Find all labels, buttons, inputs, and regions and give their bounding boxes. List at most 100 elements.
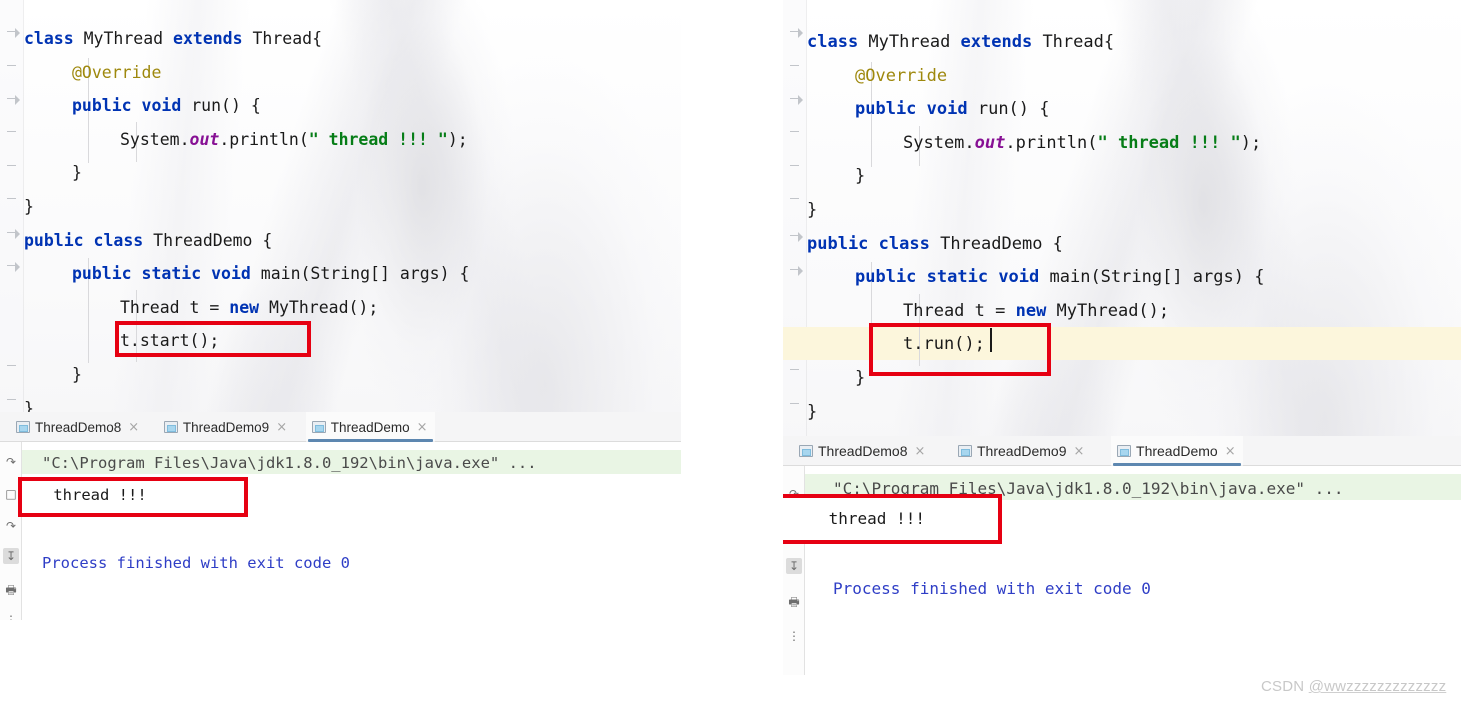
left-console-toolbar[interactable]: ↷ □ ↷ ↧ 🖶 ⋮ — [0, 442, 22, 620]
code-line: System.out.println(" thread !!! "); — [903, 127, 1261, 161]
code-line: class MyThread extends Thread{ — [24, 22, 322, 56]
fold-marker-icon[interactable] — [7, 128, 17, 138]
csdn-brand: CSDN — [1261, 678, 1305, 695]
fold-marker-icon[interactable] — [790, 28, 803, 38]
code-token: out — [974, 132, 1006, 153]
fold-marker-icon[interactable] — [7, 95, 20, 105]
fold-marker-icon[interactable] — [790, 162, 800, 172]
left-console-output[interactable]: "C:\Program Files\Java\jdk1.8.0_192\bin\… — [22, 442, 681, 620]
code-line: } — [855, 160, 865, 194]
stop-icon[interactable]: □ — [3, 486, 19, 502]
code-line: System.out.println(" thread !!! "); — [120, 123, 468, 157]
code-line: Thread t = new MyThread(); — [120, 291, 378, 325]
fold-marker-icon[interactable] — [790, 62, 800, 72]
fold-marker-icon[interactable] — [7, 62, 17, 72]
close-icon[interactable]: × — [1074, 445, 1085, 458]
close-icon[interactable]: × — [417, 421, 428, 434]
right-run-tab-bar[interactable]: ThreadDemo8 × ThreadDemo9 × ThreadDemo × — [783, 436, 1461, 466]
rerun-icon[interactable]: ↷ — [3, 454, 19, 470]
close-icon[interactable]: × — [276, 421, 287, 434]
code-token: new — [1015, 300, 1057, 321]
close-icon[interactable]: × — [915, 445, 926, 458]
code-token: System. — [903, 132, 975, 153]
fold-marker-icon[interactable] — [790, 232, 803, 242]
fold-marker-icon[interactable] — [790, 400, 800, 410]
right-run-tool-window: ThreadDemo8×ThreadDemo9×ThreadDemo× ↷ □ … — [783, 436, 1461, 675]
code-line: public class ThreadDemo { — [807, 228, 1063, 262]
code-token: Thread{ — [1042, 32, 1115, 52]
code-token: MyThread — [83, 29, 174, 48]
code-token: } — [807, 401, 818, 422]
run-tab-threaddemo9[interactable]: ThreadDemo9 × — [158, 412, 294, 442]
left-run-tab-bar[interactable]: ThreadDemo8 × ThreadDemo9 × ThreadDemo × — [0, 412, 681, 442]
code-token: public — [855, 267, 927, 288]
fold-marker-icon[interactable] — [7, 362, 17, 372]
fold-marker-icon[interactable] — [790, 266, 803, 276]
annotation-box-start-call — [115, 321, 311, 357]
code-line: } — [72, 156, 82, 190]
code-token: } — [855, 166, 866, 187]
code-token: Thread t = — [120, 297, 230, 317]
code-line: } — [24, 190, 34, 224]
run-tab-threaddemo8[interactable]: ThreadDemo8 × — [793, 436, 932, 466]
trace-icon[interactable]: ↷ — [3, 518, 19, 534]
fold-marker-icon[interactable] — [790, 95, 803, 105]
code-token: ); — [447, 129, 468, 149]
run-tab-label: ThreadDemo — [330, 419, 410, 435]
code-token: void — [141, 96, 192, 116]
left-run-tool-window: ThreadDemo8 × ThreadDemo9 × ThreadDemo × ↷ □ … — [0, 412, 681, 620]
fold-marker-icon[interactable] — [7, 28, 20, 38]
run-tab-label: ThreadDemo — [1136, 443, 1218, 459]
run-tab-label: ThreadDemo9 — [182, 419, 270, 435]
code-line: class MyThread extends Thread{ — [807, 26, 1114, 60]
run-tab-label: ThreadDemo8 — [35, 419, 122, 435]
right-console-output-text: thread !!! — [819, 509, 925, 528]
scroll-to-end-icon[interactable]: ↧ — [3, 548, 19, 564]
fold-marker-icon[interactable] — [790, 366, 800, 376]
code-token: " thread !!! " — [308, 129, 448, 149]
run-tab-label: ThreadDemo8 — [818, 443, 908, 459]
run-tab-threaddemo8[interactable]: ThreadDemo8 × — [10, 412, 146, 442]
run-tab-threaddemo[interactable]: ThreadDemo × — [305, 412, 435, 442]
scroll-to-end-icon[interactable]: ↧ — [786, 558, 802, 574]
run-config-icon — [16, 421, 30, 433]
fold-marker-icon[interactable] — [7, 195, 17, 205]
code-token: extends — [960, 32, 1043, 52]
print-icon[interactable]: 🖶 — [3, 582, 19, 598]
fold-marker-icon[interactable] — [7, 262, 20, 272]
right-code-editor[interactable]: class MyThread extends Thread{@Override p… — [783, 0, 1461, 436]
left-code-editor[interactable]: class MyThread extends Thread{@Override p… — [0, 0, 681, 412]
code-token: } — [72, 365, 82, 384]
fold-marker-icon[interactable] — [790, 128, 800, 138]
close-icon[interactable]: × — [1225, 445, 1236, 458]
soft-wrap-icon[interactable]: ⋮ — [786, 628, 802, 644]
code-token: main(String[] args) { — [260, 264, 470, 284]
code-token: ThreadDemo { — [940, 233, 1063, 254]
right-editor-gutter[interactable] — [783, 0, 807, 436]
code-line: } — [807, 396, 817, 430]
run-tab-threaddemo9[interactable]: ThreadDemo9 × — [952, 436, 1091, 466]
code-line: public class ThreadDemo { — [24, 224, 272, 258]
fold-marker-icon[interactable] — [790, 195, 800, 205]
code-token: MyThread(); — [269, 297, 379, 317]
soft-wrap-icon[interactable]: ⋮ — [3, 612, 19, 620]
code-line: } — [72, 358, 82, 392]
right-ide-panel: class MyThread extends Thread{@Override p… — [783, 0, 1461, 675]
code-token: Thread{ — [252, 29, 323, 48]
code-token: ThreadDemo { — [153, 230, 273, 250]
run-config-icon — [958, 445, 972, 457]
console-exit-line: Process finished with exit code 0 — [833, 579, 1151, 598]
code-token: } — [855, 368, 866, 388]
run-config-icon — [163, 421, 178, 433]
fold-marker-icon[interactable] — [7, 229, 20, 239]
close-icon[interactable]: × — [128, 421, 139, 434]
code-token: run() { — [977, 99, 1050, 120]
code-token: main(String[] args) { — [1049, 267, 1265, 288]
run-config-icon — [311, 421, 326, 433]
fold-marker-icon[interactable] — [7, 162, 17, 172]
print-icon[interactable]: 🖶 — [786, 594, 802, 610]
fold-marker-icon[interactable] — [7, 396, 17, 406]
run-tab-threaddemo[interactable]: ThreadDemo × — [1111, 436, 1243, 466]
code-token: void — [211, 264, 261, 284]
left-editor-gutter[interactable] — [0, 0, 24, 412]
